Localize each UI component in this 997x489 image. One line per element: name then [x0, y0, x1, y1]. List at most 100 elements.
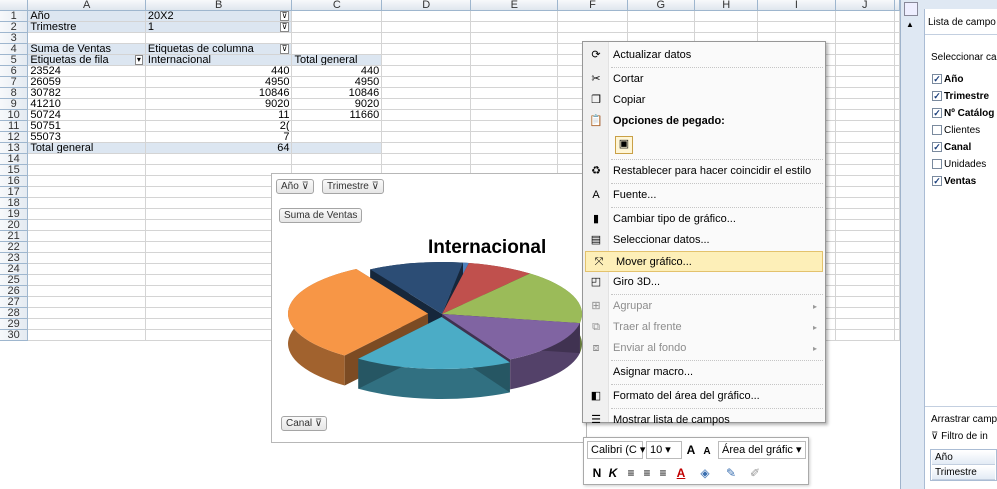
row-header[interactable]: 21 [0, 230, 29, 242]
row-header[interactable]: 12 [0, 131, 29, 143]
scroll-up-icon[interactable]: ▲ [906, 20, 914, 29]
cell[interactable] [145, 307, 293, 319]
cell[interactable] [381, 54, 472, 66]
cell[interactable] [145, 219, 293, 231]
filter-dropdown-icon[interactable]: ⊽ [279, 11, 290, 21]
cell[interactable] [627, 21, 696, 33]
cell[interactable] [894, 65, 900, 77]
cell[interactable] [835, 87, 896, 99]
cell[interactable]: 4950 [145, 76, 293, 88]
row-header[interactable]: 19 [0, 208, 29, 220]
cell[interactable] [381, 76, 472, 88]
row-header[interactable]: 7 [0, 76, 29, 88]
select-all-corner[interactable] [0, 0, 29, 11]
cell[interactable] [145, 296, 293, 308]
field-checkbox[interactable]: ✓ [932, 91, 942, 102]
cell[interactable] [835, 142, 896, 154]
cell[interactable] [145, 32, 293, 44]
cell[interactable] [894, 109, 900, 121]
cell[interactable]: 23524 [27, 65, 146, 77]
cell[interactable] [27, 263, 146, 275]
cell[interactable]: 64 [145, 142, 293, 154]
cell[interactable] [27, 197, 146, 209]
sheet-row[interactable]: 2 Trimestre 1 ⊽ [0, 21, 900, 33]
cell[interactable] [470, 54, 559, 66]
cell[interactable] [470, 131, 559, 143]
cell[interactable] [470, 153, 559, 165]
cell[interactable]: Suma de Ventas [27, 43, 146, 55]
cell[interactable] [557, 21, 628, 33]
cell[interactable] [894, 263, 900, 275]
cell[interactable] [27, 186, 146, 198]
row-header[interactable]: 20 [0, 219, 29, 231]
row-header[interactable]: 24 [0, 263, 29, 275]
menu-item-font[interactable]: A Fuente... [583, 185, 825, 206]
cell[interactable] [145, 252, 293, 264]
sheet-row[interactable]: 1 Año 20X2 ⊽ [0, 10, 900, 22]
cell[interactable] [381, 109, 472, 121]
row-filter-dropdown-icon[interactable]: ▾ [134, 55, 143, 65]
cell[interactable] [835, 98, 896, 110]
cell[interactable] [291, 153, 383, 165]
cell[interactable] [835, 120, 896, 132]
font-name-select[interactable]: Calibri (C ▾ [587, 441, 645, 459]
column-header-a[interactable]: A [27, 0, 146, 11]
row-header[interactable]: 17 [0, 186, 29, 198]
filter-area-item[interactable]: Trimestre [932, 466, 995, 480]
cell[interactable] [291, 131, 383, 143]
cell[interactable] [470, 32, 559, 44]
menu-item-scissors[interactable]: ✂ Cortar [583, 69, 825, 90]
field-item[interactable]: ✓ Trimestre [932, 91, 989, 102]
row-header[interactable]: 29 [0, 318, 29, 330]
menu-item-copy[interactable]: ❐ Copiar [583, 90, 825, 111]
menu-item-rotate-3d[interactable]: ◰ Giro 3D... [583, 272, 825, 293]
cell[interactable] [145, 197, 293, 209]
row-header[interactable]: 15 [0, 164, 29, 176]
cell[interactable] [694, 21, 759, 33]
cell[interactable] [27, 153, 146, 165]
cell[interactable] [835, 208, 896, 220]
cell[interactable] [894, 54, 900, 66]
cell[interactable] [835, 252, 896, 264]
cell[interactable] [835, 21, 896, 33]
cell[interactable] [381, 65, 472, 77]
cell[interactable] [894, 142, 900, 154]
cell[interactable] [835, 197, 896, 209]
cell[interactable]: 4950 [291, 76, 383, 88]
field-item[interactable]: Unidades [932, 159, 986, 170]
field-item[interactable]: ✓ Nº Catálog [932, 108, 994, 119]
cell[interactable]: 9020 [291, 98, 383, 110]
format-painter-icon[interactable]: ✐ [748, 464, 762, 482]
row-header[interactable]: 5 [0, 54, 29, 66]
cell[interactable]: 10846 [291, 87, 383, 99]
cell[interactable] [894, 329, 900, 341]
column-header-e[interactable]: E [470, 0, 559, 11]
row-header[interactable]: 13 [0, 142, 29, 154]
row-header[interactable]: 9 [0, 98, 29, 110]
field-item[interactable]: ✓ Canal [932, 142, 971, 153]
cell[interactable] [894, 296, 900, 308]
cell[interactable] [381, 98, 472, 110]
row-header[interactable]: 26 [0, 285, 29, 297]
cell[interactable]: 11660 [291, 109, 383, 121]
pivot-chart[interactable]: Año ⊽ Trimestre ⊽ Suma de Ventas Interna… [271, 173, 587, 443]
row-header[interactable]: 16 [0, 175, 29, 187]
cell[interactable] [835, 329, 896, 341]
cell[interactable] [894, 87, 900, 99]
cell[interactable] [470, 76, 559, 88]
cell[interactable] [145, 285, 293, 297]
cell[interactable] [291, 21, 383, 33]
cell[interactable] [894, 208, 900, 220]
context-menu[interactable]: ⟳ Actualizar datos ✂ Cortar ❐ Copiar 📋 Opciones… [582, 41, 826, 426]
column-header-d[interactable]: D [381, 0, 472, 11]
cell[interactable] [694, 10, 759, 22]
cell[interactable] [145, 241, 293, 253]
cell[interactable] [145, 164, 293, 176]
pie-plot[interactable] [272, 174, 587, 443]
cell[interactable] [27, 252, 146, 264]
cell[interactable] [894, 252, 900, 264]
row-header[interactable]: 10 [0, 109, 29, 121]
font-color-icon[interactable]: A [674, 464, 688, 482]
shrink-font-button[interactable]: A [700, 443, 714, 461]
cell[interactable] [470, 43, 559, 55]
